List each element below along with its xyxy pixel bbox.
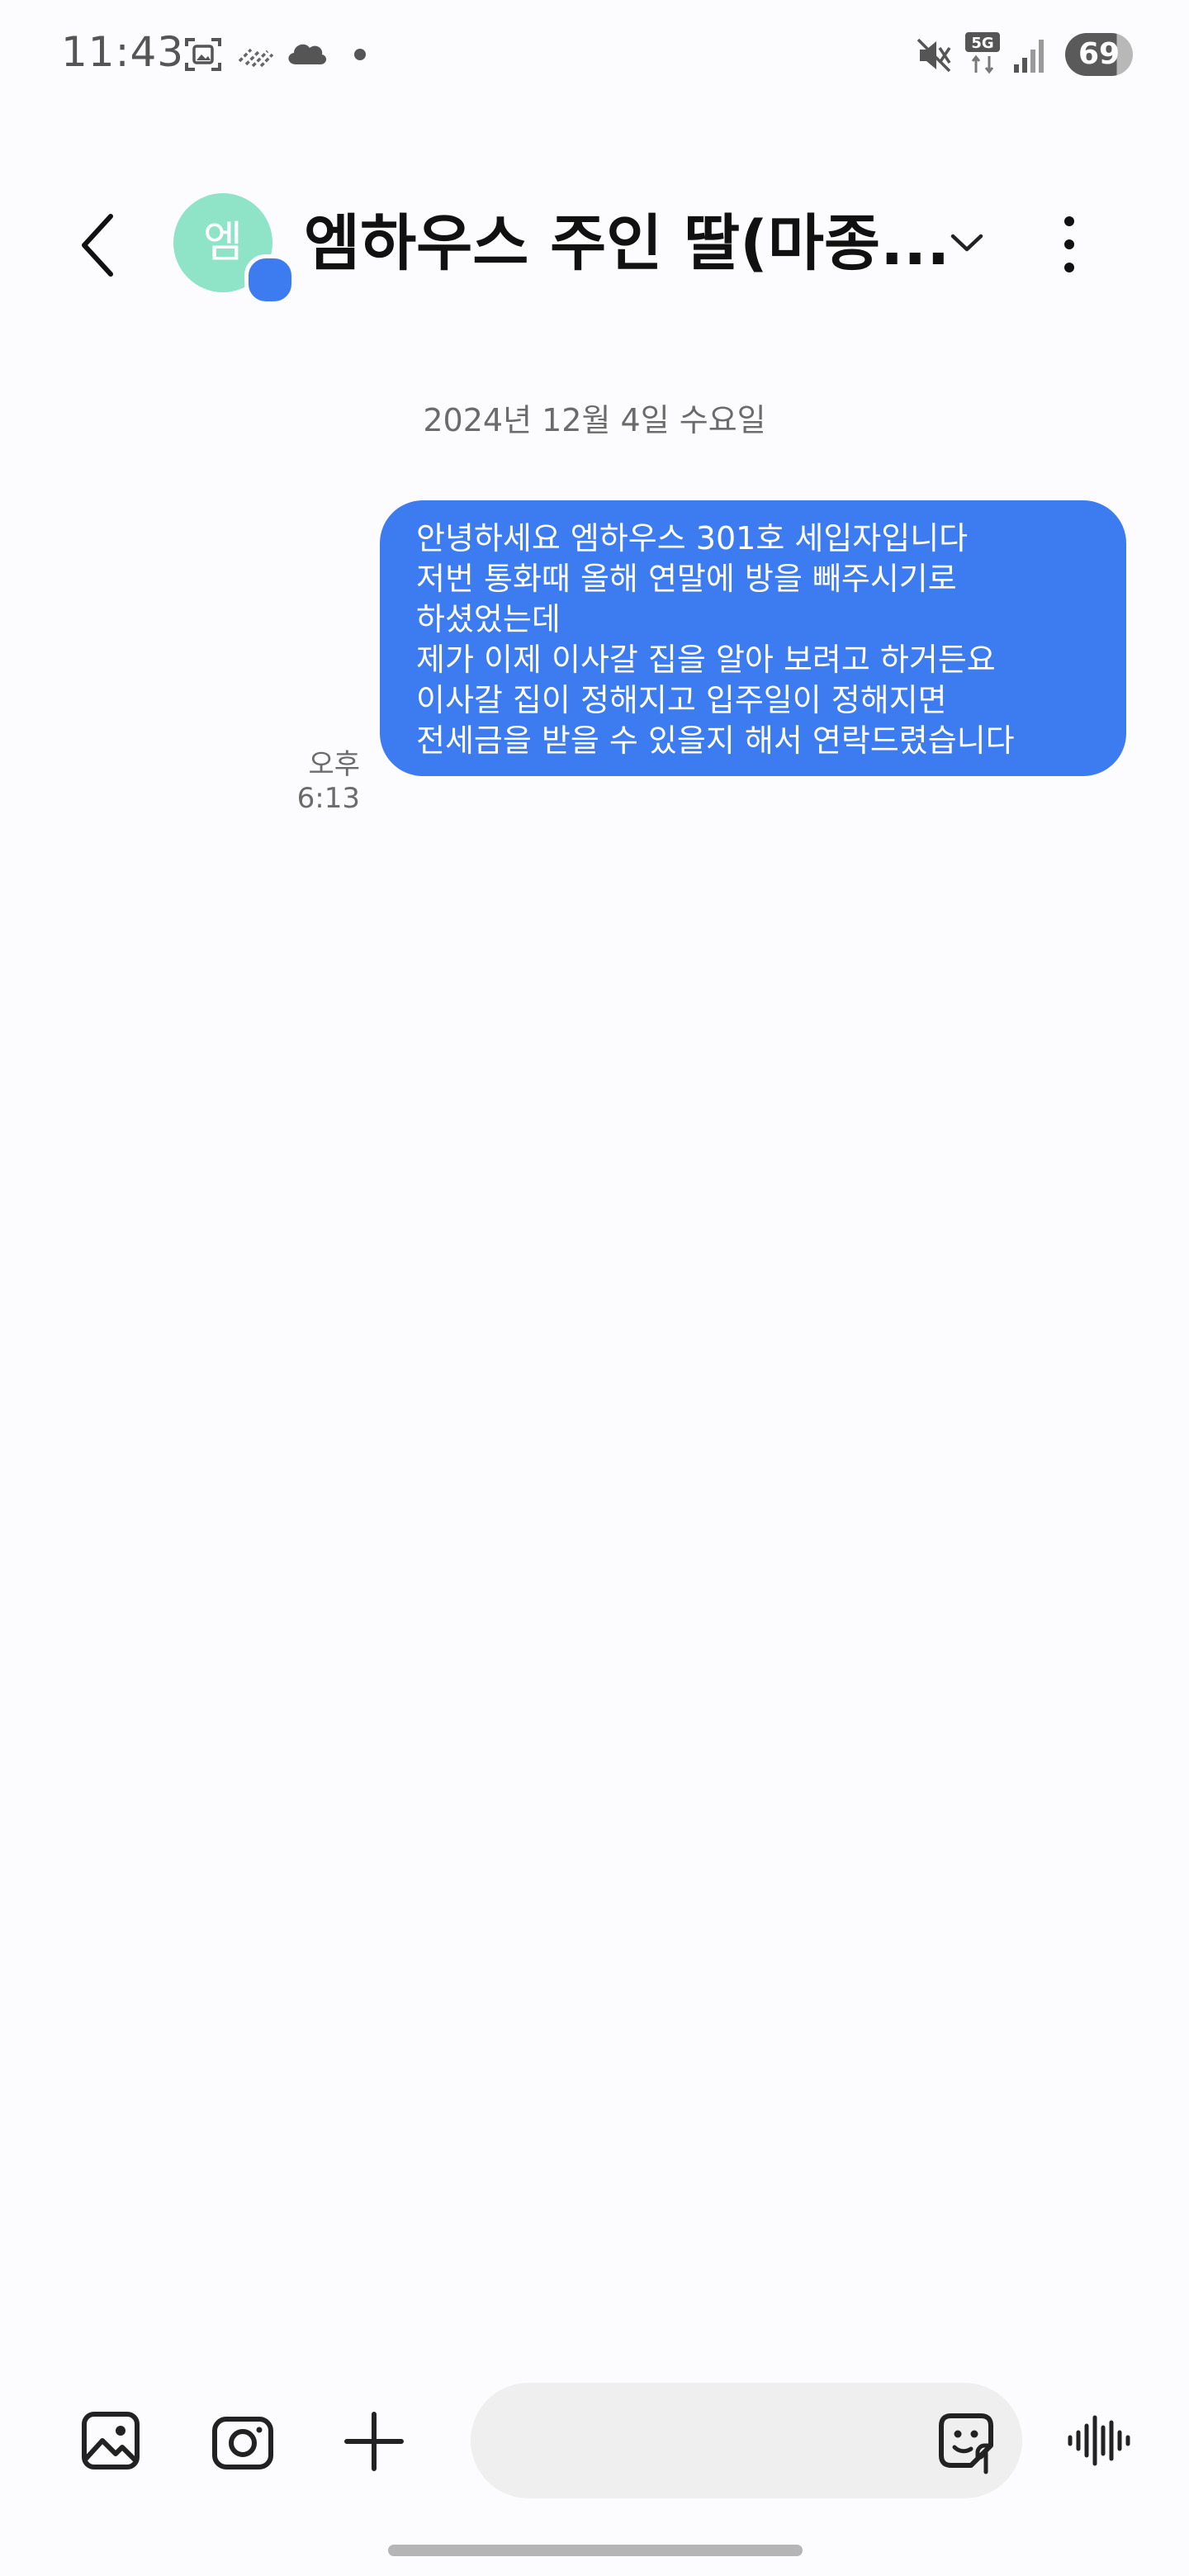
chevron-down-icon[interactable] <box>946 226 988 259</box>
message-badge-icon <box>244 254 296 305</box>
more-vertical-icon[interactable] <box>1057 211 1082 277</box>
no-signal-wifi-icon <box>238 48 274 68</box>
back-arrow-icon[interactable] <box>71 208 129 282</box>
plus-icon[interactable] <box>337 2404 411 2479</box>
message-line: 안녕하세요 엠하우스 301호 세입자입니다 <box>416 520 969 556</box>
notification-dot-icon <box>354 49 366 60</box>
message-line: 제가 이제 이사갈 집을 알아 보려고 하거든요 <box>416 642 996 678</box>
status-bar: 11:43 5G 69 <box>0 0 1189 107</box>
cloud-icon <box>288 44 327 64</box>
message-line: 전세금을 받을 수 있을지 해서 연락드렸습니다 <box>416 722 1015 759</box>
screenshot-icon <box>185 38 221 71</box>
home-indicator[interactable] <box>388 2545 803 2556</box>
5g-icon: 5G <box>965 32 1000 74</box>
svg-text:5G: 5G <box>971 35 993 52</box>
outgoing-message-bubble[interactable]: 안녕하세요 엠하우스 301호 세입자입니다 저번 통화때 올해 연말에 방을 … <box>380 500 1126 776</box>
signal-icon <box>1014 40 1044 73</box>
camera-icon[interactable] <box>206 2404 281 2479</box>
message-timestamp: 오후 6:13 <box>296 748 360 815</box>
voice-waveform-icon[interactable] <box>1063 2406 1133 2475</box>
message-line: 하셨었는데 <box>416 601 561 637</box>
mute-icon <box>917 38 951 73</box>
status-time: 11:43 <box>61 28 185 76</box>
message-line: 이사갈 집이 정해지고 입주일이 정해지면 <box>416 682 947 718</box>
date-divider: 2024년 12월 4일 수요일 <box>423 402 766 438</box>
message-line: 저번 통화때 올해 연말에 방을 빼주시기로 <box>416 561 957 597</box>
sticker-icon[interactable] <box>931 2406 1001 2475</box>
conversation-header: 엠 엠하우스 주인 딸(마종... <box>0 182 1189 305</box>
contact-name[interactable]: 엠하우스 주인 딸(마종... <box>304 206 950 281</box>
gallery-icon[interactable] <box>74 2404 149 2479</box>
battery-icon: 69 <box>1065 33 1133 76</box>
